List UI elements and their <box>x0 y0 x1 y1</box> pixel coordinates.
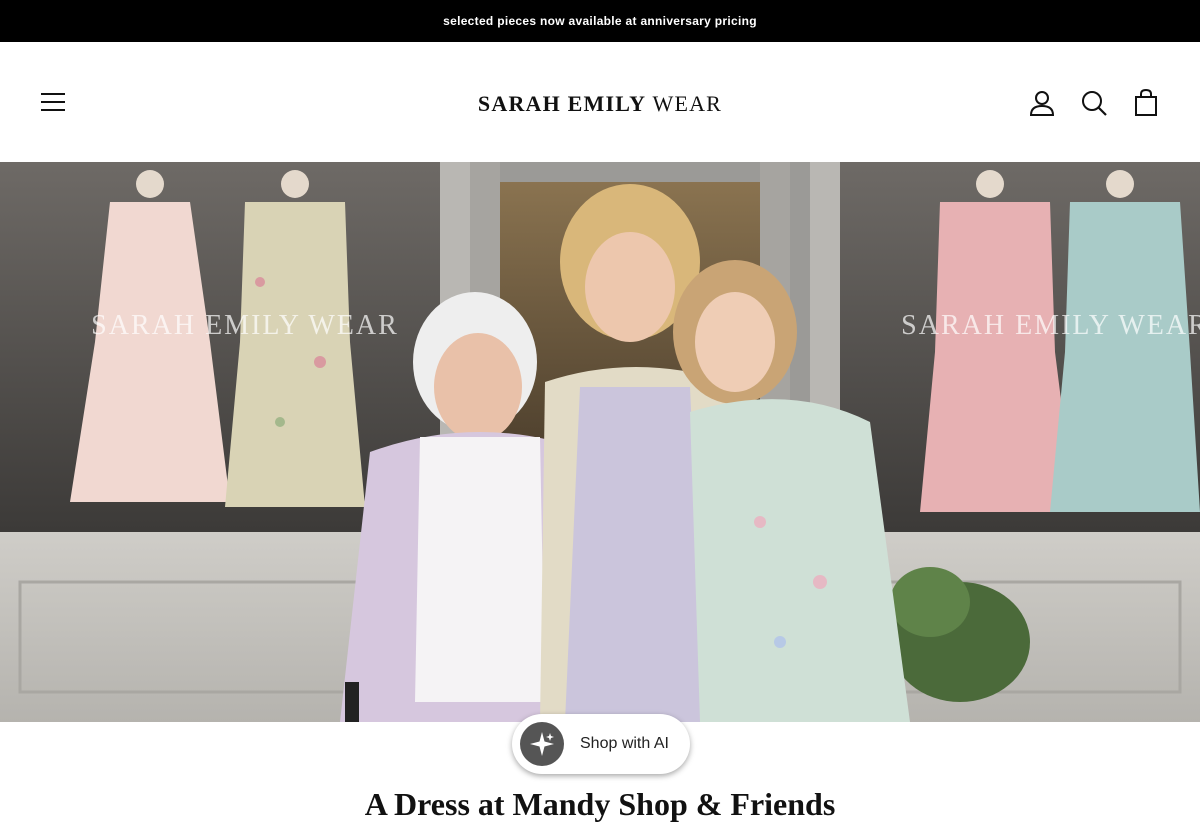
cart-button[interactable] <box>1131 88 1161 118</box>
section-heading: A Dress at Mandy Shop & Friends <box>364 786 836 822</box>
announcement-text: selected pieces now available at anniver… <box>443 14 757 28</box>
site-logo[interactable]: SARAH EMILY WEAR <box>0 91 1200 117</box>
search-icon <box>1082 91 1107 116</box>
hero-image: SARAH EMILY WEAR SARAH EMILY WEAR <box>0 162 1200 722</box>
window-text-left: SARAH EMILY WEAR <box>91 310 399 341</box>
account-icon <box>1029 91 1055 116</box>
account-button[interactable] <box>1027 88 1057 118</box>
sparkle-icon <box>530 732 554 756</box>
cart-icon <box>1135 88 1157 116</box>
hero-banner[interactable]: SARAH EMILY WEAR SARAH EMILY WEAR <box>0 162 1200 722</box>
search-button[interactable] <box>1079 88 1109 118</box>
ai-button-label: Shop with AI <box>580 735 669 752</box>
logo-main: SARAH EMILY <box>477 91 647 116</box>
window-text-right: SARAH EMILY WEAR <box>901 310 1200 341</box>
logo-sub: WEAR <box>646 91 723 116</box>
announcement-bar: selected pieces now available at anniver… <box>0 0 1200 42</box>
site-header: SARAH EMILY WEAR <box>0 42 1200 162</box>
shop-with-ai-button[interactable]: Shop with AI <box>512 714 690 774</box>
ai-icon-circle <box>520 722 564 766</box>
